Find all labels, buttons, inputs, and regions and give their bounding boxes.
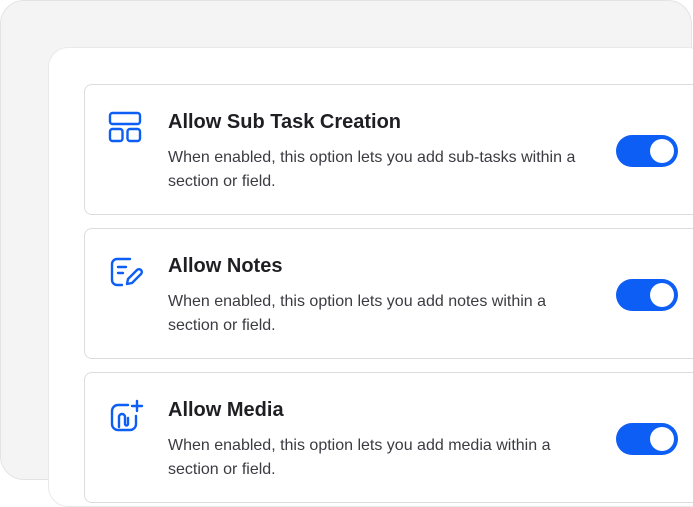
note-edit-icon [110, 257, 144, 287]
setting-card-notes: Allow Notes When enabled, this option le… [84, 228, 693, 359]
toggle-knob [650, 427, 674, 451]
setting-description: When enabled, this option lets you add n… [168, 293, 547, 334]
toggle-knob [650, 139, 674, 163]
allow-media-toggle[interactable] [616, 423, 678, 455]
setting-description: When enabled, this option lets you add s… [168, 149, 576, 190]
allow-notes-toggle[interactable] [616, 279, 678, 311]
allow-sub-task-toggle[interactable] [616, 135, 678, 167]
setting-title: Allow Sub Task Creation [168, 111, 401, 133]
setting-card-sub-task: Allow Sub Task Creation When enabled, th… [84, 84, 693, 215]
setting-description: When enabled, this option lets you add m… [168, 437, 551, 478]
setting-card-media: Allow Media When enabled, this option le… [84, 372, 693, 503]
setting-title: Allow Notes [168, 255, 283, 277]
attachment-add-icon [110, 399, 144, 432]
toggle-knob [650, 283, 674, 307]
layout-grid-icon [108, 111, 142, 143]
setting-title: Allow Media [168, 399, 284, 421]
